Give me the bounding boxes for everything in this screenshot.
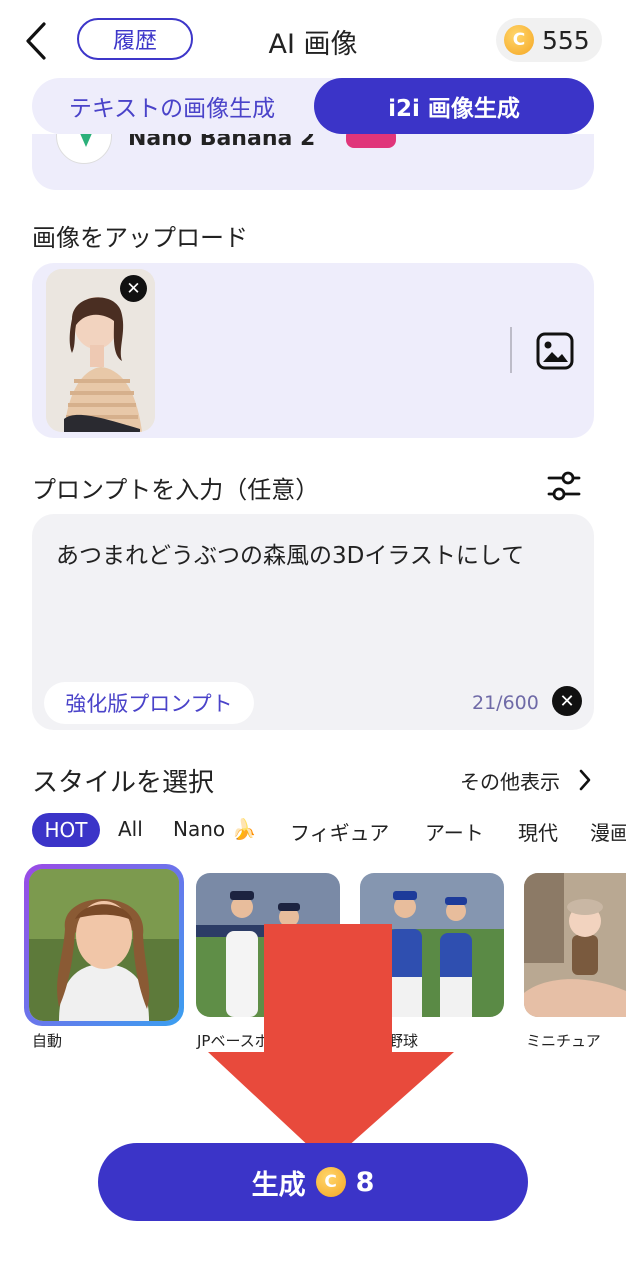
chip-manga[interactable]: 漫画: [590, 817, 626, 846]
model-logo-icon: [56, 134, 112, 164]
model-selector[interactable]: Nano Banana 2: [32, 134, 594, 190]
red-arrow-annotation: [208, 924, 454, 1164]
prompt-section-label: プロンプトを入力（任意）: [32, 476, 320, 504]
tab-image-to-image[interactable]: i2i 画像生成: [314, 78, 594, 134]
coin-icon: C: [504, 25, 534, 55]
prompt-settings-icon[interactable]: [546, 468, 582, 504]
show-more-link[interactable]: その他表示: [460, 766, 560, 795]
chip-figure[interactable]: フィギュア: [290, 817, 389, 846]
style-label-auto: 自動: [32, 1032, 63, 1050]
add-image-icon[interactable]: [535, 331, 575, 371]
remove-image-button[interactable]: ✕: [120, 275, 147, 302]
style-label-miniature: ミニチュア: [526, 1032, 601, 1050]
coin-icon: C: [315, 1167, 346, 1197]
character-counter: 21/600: [472, 692, 539, 714]
tab-text-to-image[interactable]: テキストの画像生成: [32, 78, 312, 134]
model-name: Nano Banana 2: [128, 134, 316, 151]
generate-button[interactable]: 生成 C 8: [98, 1143, 528, 1221]
chip-art[interactable]: アート: [425, 817, 484, 846]
chip-all[interactable]: All: [118, 817, 143, 841]
generate-cost: 8: [355, 1166, 375, 1198]
style-card-miniature[interactable]: [524, 873, 626, 1017]
upload-section-label: 画像をアップロード: [32, 224, 248, 252]
upload-area[interactable]: ✕: [32, 263, 594, 438]
enhance-prompt-button[interactable]: 強化版プロンプト: [44, 682, 254, 724]
chip-modern[interactable]: 現代: [518, 817, 558, 846]
clear-prompt-button[interactable]: ✕: [552, 686, 582, 716]
chip-hot[interactable]: HOT: [32, 813, 100, 847]
new-badge: [346, 134, 396, 148]
style-section-label: スタイルを選択: [32, 768, 215, 798]
chip-nano[interactable]: Nano 🍌: [173, 817, 256, 841]
prompt-text[interactable]: あつまれどうぶつの森風の3Dイラストにして: [56, 538, 566, 574]
coin-balance[interactable]: C 555: [496, 18, 602, 62]
divider: [510, 327, 512, 373]
chevron-right-icon[interactable]: [578, 768, 592, 792]
mode-tabs: テキストの画像生成 i2i 画像生成: [32, 78, 594, 134]
coin-balance-value: 555: [542, 25, 590, 55]
prompt-input[interactable]: あつまれどうぶつの森風の3Dイラストにして 強化版プロンプト 21/600 ✕: [32, 514, 594, 730]
generate-label: 生成: [251, 1169, 306, 1201]
style-card-auto[interactable]: [24, 864, 184, 1026]
